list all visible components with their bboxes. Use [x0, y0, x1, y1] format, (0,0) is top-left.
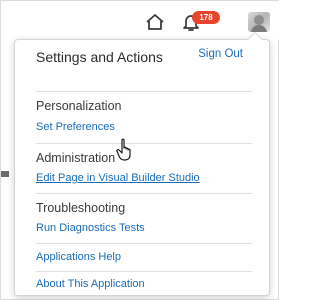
divider	[36, 91, 252, 92]
settings-menu: Settings and Actions Sign Out Personaliz…	[14, 39, 270, 296]
applications-help-link[interactable]: Applications Help	[36, 251, 121, 263]
section-personalization: Personalization	[36, 99, 122, 113]
app-screen: 178 Settings and Actions Sign Out Person…	[0, 0, 280, 300]
about-application-link[interactable]: About This Application	[36, 278, 145, 290]
divider	[36, 243, 252, 244]
section-troubleshooting: Troubleshooting	[36, 201, 126, 215]
home-button[interactable]	[143, 10, 167, 34]
sign-out-link[interactable]: Sign Out	[198, 48, 243, 60]
section-administration: Administration	[36, 151, 116, 165]
divider	[36, 143, 252, 144]
edit-page-link[interactable]: Edit Page in Visual Builder Studio	[36, 172, 200, 184]
user-avatar[interactable]	[248, 12, 270, 32]
run-diagnostics-link[interactable]: Run Diagnostics Tests	[36, 222, 145, 234]
divider	[36, 193, 252, 194]
menu-header: Settings and Actions Sign Out	[15, 40, 269, 90]
menu-title: Settings and Actions	[36, 49, 163, 65]
menu-caret	[248, 33, 262, 40]
set-preferences-link[interactable]: Set Preferences	[36, 121, 115, 133]
notification-badge: 178	[192, 11, 220, 24]
hand-cursor-icon	[116, 138, 131, 161]
top-bar: 178	[1, 1, 280, 40]
home-icon	[146, 14, 164, 30]
background-marker	[1, 171, 9, 177]
divider	[36, 271, 252, 272]
